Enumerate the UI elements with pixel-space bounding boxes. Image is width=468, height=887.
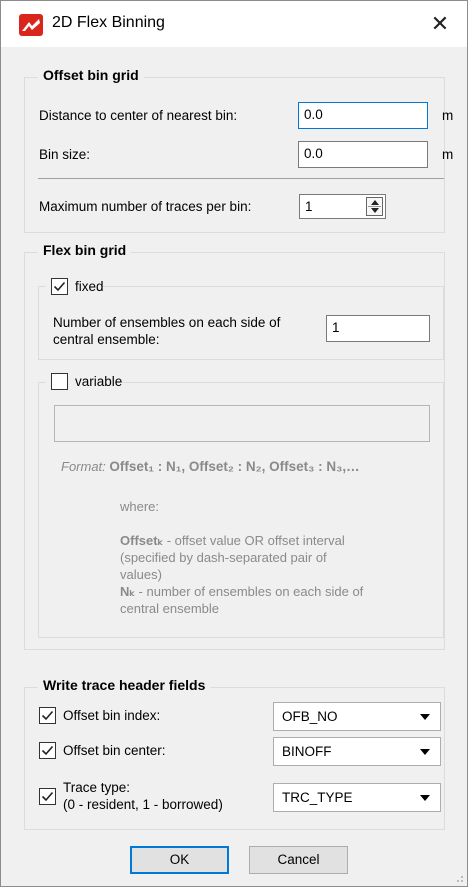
separator [38, 178, 444, 179]
checkmark-icon [41, 710, 54, 721]
offsetk-desc-line3: values) [120, 567, 162, 582]
title-bar: 2D Flex Binning ✕ [1, 1, 467, 47]
max-traces-value: 1 [305, 199, 313, 214]
format-line: Format: Offset₁ : N₁, Offset₂ : N₂, Offs… [61, 458, 431, 475]
trace-type-label-line1: Trace type: [63, 780, 131, 795]
close-icon[interactable]: ✕ [425, 9, 455, 39]
variable-input[interactable] [54, 405, 430, 442]
ok-button[interactable]: OK [130, 846, 229, 874]
checkmark-icon [53, 281, 66, 292]
nk-line1: Nₖ - number of ensembles on each side of [120, 583, 420, 600]
bin-size-unit: m [442, 147, 454, 162]
spin-down-icon[interactable] [371, 208, 379, 213]
checkmark-icon [41, 745, 54, 756]
bin-size-input[interactable]: 0.0 [298, 141, 428, 168]
max-traces-label: Maximum number of traces per bin: [39, 199, 252, 214]
bin-size-label: Bin size: [39, 147, 91, 162]
offsetk-desc-line1: - offset value OR offset interval [163, 533, 345, 548]
ensembles-label-line2: central ensemble: [53, 332, 160, 347]
fixed-checkbox[interactable] [51, 278, 68, 295]
flex-bin-grid-title: Flex bin grid [38, 242, 132, 258]
chevron-down-icon [420, 714, 430, 720]
format-expression: Offset₁ : N₁, Offset₂ : N₂, Offset₃ : N₃… [109, 459, 360, 474]
variable-label: variable [75, 374, 123, 389]
checkmark-icon [41, 791, 54, 802]
chevron-down-icon [420, 795, 430, 801]
chevron-down-icon [420, 749, 430, 755]
max-traces-spinner[interactable]: 1 [299, 194, 386, 219]
spinner-divider [368, 206, 381, 207]
offset-bin-index-checkbox[interactable] [39, 707, 56, 724]
dialog-title: 2D Flex Binning [52, 14, 165, 31]
fixed-label: fixed [75, 279, 104, 294]
offset-bin-center-checkbox[interactable] [39, 742, 56, 759]
nk-term: Nₖ [120, 584, 135, 599]
offset-bin-index-value: OFB_NO [282, 709, 338, 724]
where-label: where: [120, 499, 160, 514]
spin-up-icon[interactable] [371, 200, 379, 205]
dialog-window: 2D Flex Binning ✕ Offset bin grid Distan… [0, 0, 468, 887]
offset-bin-index-label: Offset bin index: [63, 708, 161, 723]
format-label: Format: [61, 459, 106, 474]
offset-bin-center-value: BINOFF [282, 744, 332, 759]
app-logo-icon [19, 14, 43, 36]
ensembles-label-line1: Number of ensembles on each side of [53, 315, 281, 330]
spinner-buttons[interactable] [366, 197, 383, 216]
nk-desc-line1: - number of ensembles on each side of [134, 584, 364, 599]
trace-type-checkbox[interactable] [39, 788, 56, 805]
offset-bin-grid-title: Offset bin grid [38, 67, 144, 83]
offsetk-desc-line2: (specified by dash-separated pair of [120, 550, 327, 565]
distance-input[interactable]: 0.0 [298, 102, 428, 129]
trace-type-value: TRC_TYPE [282, 790, 353, 805]
trace-type-select[interactable]: TRC_TYPE [273, 783, 441, 812]
distance-label: Distance to center of nearest bin: [39, 108, 238, 123]
offset-bin-center-select[interactable]: BINOFF [273, 737, 441, 766]
offset-bin-center-label: Offset bin center: [63, 743, 166, 758]
resize-grip-icon[interactable] [454, 873, 464, 883]
offset-bin-index-select[interactable]: OFB_NO [273, 702, 441, 731]
write-trace-header-title: Write trace header fields [38, 677, 211, 693]
cancel-button[interactable]: Cancel [249, 846, 348, 874]
format-block: Format: Offset₁ : N₁, Offset₂ : N₂, Offs… [61, 458, 431, 475]
offsetk-term: Offsetₖ [120, 533, 164, 548]
nk-desc-line2: central ensemble [120, 601, 219, 616]
distance-unit: m [442, 108, 454, 123]
offsetk-description: Offsetₖ - offset value OR offset interva… [120, 532, 420, 617]
ensembles-input[interactable]: 1 [326, 315, 430, 342]
offsetk-line1: Offsetₖ - offset value OR offset interva… [120, 532, 420, 549]
variable-checkbox[interactable] [51, 373, 68, 390]
trace-type-label-line2: (0 - resident, 1 - borrowed) [63, 797, 223, 812]
